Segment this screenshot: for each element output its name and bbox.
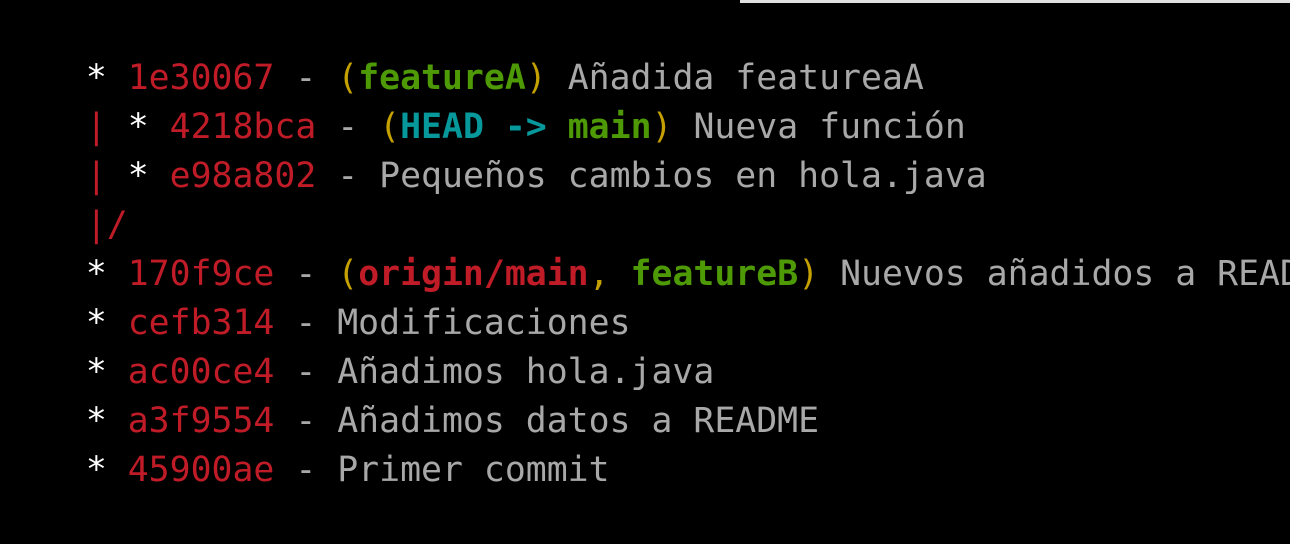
- separator: -: [274, 58, 338, 98]
- commit-hash: cefb314: [127, 303, 275, 343]
- commit-message: Añadida featureaA: [567, 58, 924, 98]
- separator: -: [274, 303, 338, 343]
- graph-node: *: [85, 303, 128, 343]
- paren-open: (: [337, 58, 359, 98]
- graph-bar: |: [85, 107, 107, 147]
- separator: -: [274, 450, 338, 490]
- scroll-indicator: [740, 0, 1290, 3]
- commit-message: Pequeños cambios en hola.java: [379, 156, 987, 196]
- commit-hash: 170f9ce: [127, 254, 275, 294]
- commit-hash: a3f9554: [127, 401, 275, 441]
- paren-open: (: [379, 107, 401, 147]
- paren-open: (: [337, 254, 359, 294]
- graph-node: *: [85, 254, 128, 294]
- commit-message: Modificaciones: [337, 303, 631, 343]
- ref-head: HEAD: [400, 107, 484, 147]
- head-arrow: ->: [483, 107, 568, 147]
- separator: -: [274, 254, 338, 294]
- paren-close: ): [651, 107, 673, 147]
- terminal-output[interactable]: * 1e30067 - (featureA) Añadida featureaA…: [0, 0, 1290, 490]
- commit-hash: 45900ae: [127, 450, 275, 490]
- graph-bar: |: [85, 156, 107, 196]
- separator: -: [274, 401, 338, 441]
- commit-hash: 4218bca: [169, 107, 317, 147]
- paren-close: ): [798, 254, 820, 294]
- commit-hash: ac00ce4: [127, 352, 275, 392]
- ref-branch: featureA: [358, 58, 526, 98]
- ref-branch: featureB: [630, 254, 799, 294]
- paren-close: ): [525, 58, 547, 98]
- commit-message: Añadimos hola.java: [337, 352, 715, 392]
- separator: -: [316, 107, 380, 147]
- commit-message: Nueva función: [693, 107, 966, 147]
- log-line: * 1e30067 - (featureA) Añadida featureaA: [0, 5, 1290, 98]
- commit-message: Añadimos datos a README: [337, 401, 820, 441]
- separator: -: [316, 156, 380, 196]
- commit-hash: e98a802: [169, 156, 317, 196]
- commit-hash: 1e30067: [127, 58, 275, 98]
- ref-comma: ,: [588, 254, 631, 294]
- graph-node: *: [85, 450, 128, 490]
- ref-branch: main: [567, 107, 652, 147]
- graph-node: *: [85, 352, 128, 392]
- graph-node: *: [106, 107, 170, 147]
- commit-message: Primer commit: [337, 450, 610, 490]
- separator: -: [274, 352, 338, 392]
- graph-node: *: [106, 156, 170, 196]
- commit-message: Nuevos añadidos a README: [840, 254, 1290, 294]
- graph-merge: |/: [85, 205, 128, 245]
- graph-node: *: [85, 401, 128, 441]
- log-line: * 170f9ce - (origin/main, featureB) Nuev…: [0, 201, 1290, 294]
- ref-remote: origin/main: [358, 254, 589, 294]
- graph-node: *: [85, 58, 128, 98]
